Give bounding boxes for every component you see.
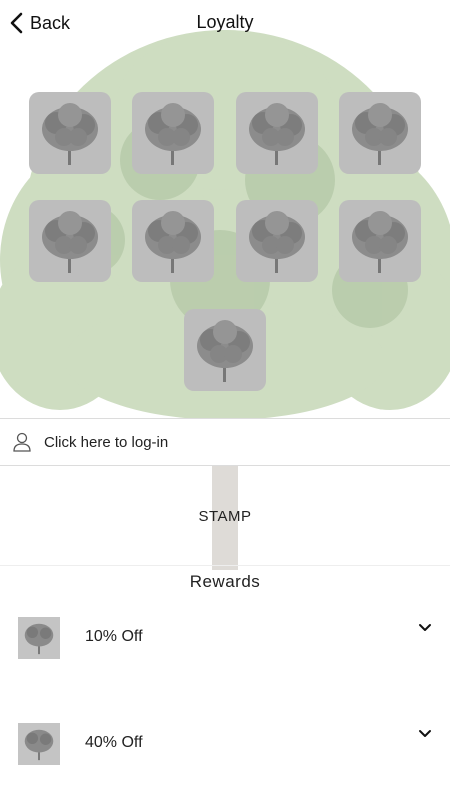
- tree-icon: [42, 211, 98, 273]
- chevron-down-icon[interactable]: [418, 621, 432, 635]
- stamp-slot: [236, 92, 318, 174]
- stamp-area: STAMP: [0, 467, 450, 565]
- header: Back Loyalty: [0, 0, 450, 46]
- stamp-slot: [339, 92, 421, 174]
- stamp-slot: [29, 200, 111, 282]
- stamp-slot: [132, 200, 214, 282]
- login-bar[interactable]: Click here to log-in: [0, 418, 450, 466]
- stamp-slot: [339, 200, 421, 282]
- divider: [0, 565, 450, 566]
- rewards-heading: Rewards: [189, 572, 261, 591]
- tree-icon: [24, 623, 54, 655]
- reward-item[interactable]: 40% Off: [0, 713, 450, 773]
- user-icon: [13, 432, 31, 452]
- reward-thumbnail: [18, 617, 60, 659]
- stamp-slot: [236, 200, 318, 282]
- reward-thumbnail: [18, 723, 60, 765]
- tree-icon: [249, 211, 305, 273]
- tree-icon: [249, 103, 305, 165]
- tree-icon: [352, 103, 408, 165]
- stamp-slot: [132, 92, 214, 174]
- tree-icon: [145, 103, 201, 165]
- reward-label: 10% Off: [85, 628, 143, 645]
- tree-icon: [145, 211, 201, 273]
- tree-icon: [197, 320, 253, 382]
- tree-icon: [42, 103, 98, 165]
- reward-item[interactable]: 10% Off: [0, 607, 450, 667]
- tree-icon: [24, 729, 54, 761]
- stamp-slot: [184, 309, 266, 391]
- stamp-button[interactable]: STAMP: [178, 500, 271, 533]
- reward-label: 40% Off: [85, 734, 143, 751]
- page-title: Loyalty: [196, 12, 254, 32]
- tree-icon: [352, 211, 408, 273]
- login-text: Click here to log-in: [44, 433, 169, 451]
- chevron-down-icon[interactable]: [418, 727, 432, 741]
- stamp-slot: [29, 92, 111, 174]
